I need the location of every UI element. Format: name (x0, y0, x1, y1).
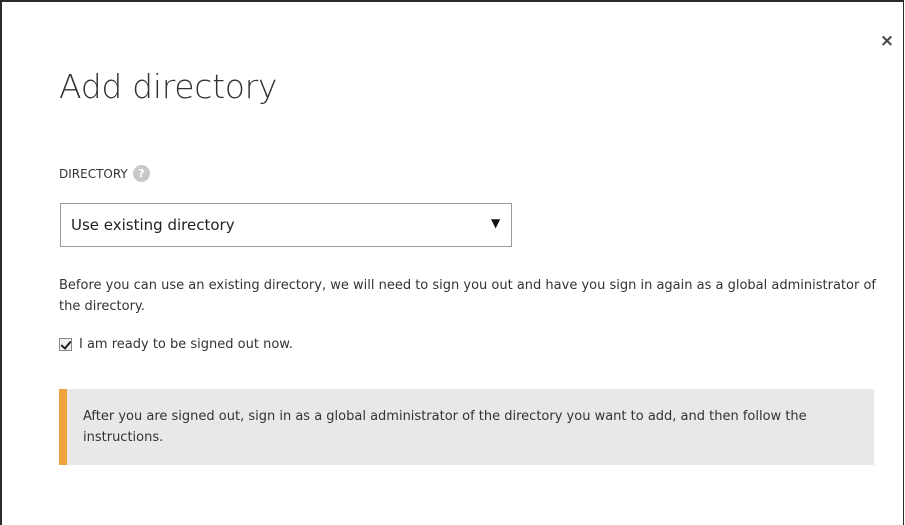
help-icon[interactable]: ? (132, 165, 150, 182)
signout-notice-text: After you are signed out, sign in as a g… (83, 409, 807, 445)
ready-signout-label[interactable]: I am ready to be signed out now. (79, 337, 293, 352)
dropdown-arrow-icon[interactable]: ▼ (491, 216, 500, 230)
add-directory-dialog: × Add directory DIRECTORY ? Use existing… (0, 0, 904, 525)
signout-notice-box: After you are signed out, sign in as a g… (59, 389, 874, 465)
close-button[interactable]: × (878, 32, 896, 50)
directory-select-value: Use existing directory (71, 216, 235, 234)
directory-field-label: DIRECTORY ? (59, 165, 150, 182)
ready-signout-checkbox-row[interactable]: I am ready to be signed out now. (59, 337, 293, 352)
ready-signout-checkbox[interactable] (59, 338, 72, 351)
directory-label-text: DIRECTORY (59, 166, 128, 181)
dialog-title: Add directory (59, 67, 278, 106)
sign-out-info-text: Before you can use an existing directory… (59, 278, 876, 314)
directory-select[interactable]: Use existing directory ▼ (60, 203, 512, 247)
close-icon[interactable]: × (880, 31, 894, 51)
